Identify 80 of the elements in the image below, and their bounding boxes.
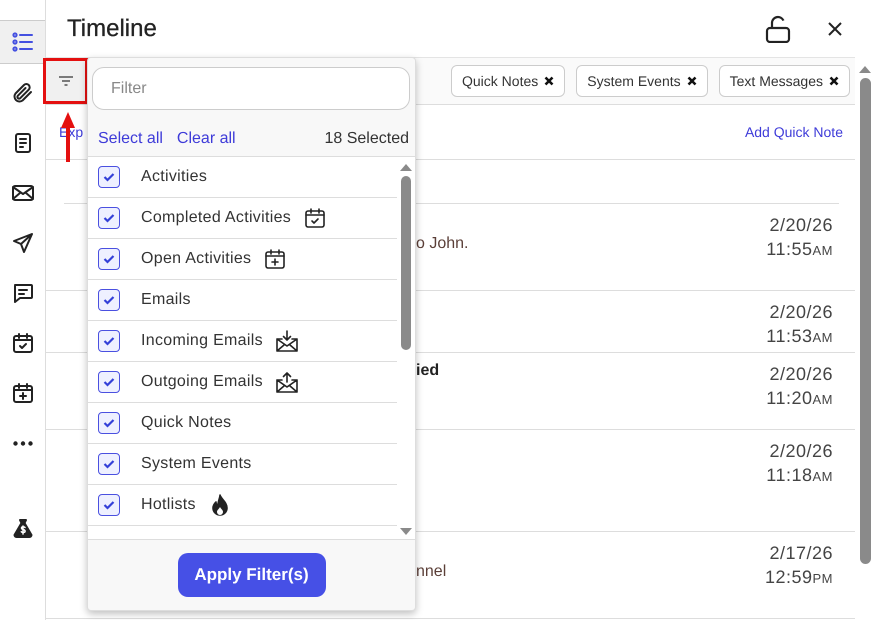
filter-option[interactable]: Hotlists <box>88 485 397 526</box>
check-icon <box>103 336 115 346</box>
entry-date: 2/20/26 <box>769 214 833 237</box>
entry-time: 11:53AM <box>766 325 833 348</box>
send-icon <box>10 231 34 255</box>
option-label: System Events <box>141 455 252 473</box>
entry-time: 11:18AM <box>766 464 833 487</box>
filter-option[interactable]: System Events <box>88 444 397 485</box>
entry-description: nnel <box>416 563 446 580</box>
filter-chip[interactable]: Text Messages <box>718 65 850 97</box>
checkbox[interactable] <box>98 453 120 475</box>
filter-option[interactable]: Outgoing Emails <box>88 362 397 403</box>
checkbox[interactable] <box>98 289 120 311</box>
select-all-link[interactable]: Select all <box>98 130 163 148</box>
calendar-check-icon <box>303 206 328 230</box>
envelope-upload-icon <box>274 370 299 394</box>
entry-date: 2/20/26 <box>769 440 833 463</box>
check-icon <box>103 459 115 469</box>
check-icon <box>103 295 115 305</box>
filter-option[interactable]: Incoming Emails <box>88 321 397 362</box>
option-label: Hotlists <box>141 496 196 514</box>
entry-date: 2/20/26 <box>769 301 833 324</box>
check-icon <box>103 500 115 510</box>
filter-option[interactable]: Quick Notes <box>88 403 397 444</box>
filter-option[interactable]: Emails <box>88 280 397 321</box>
more-icon <box>12 440 32 446</box>
scroll-down-icon[interactable] <box>399 527 413 536</box>
entry-time: 11:55AM <box>766 238 833 261</box>
check-icon <box>103 254 115 264</box>
filter-chip[interactable]: Quick Notes <box>451 65 566 97</box>
checkbox[interactable] <box>98 207 120 229</box>
list-icon <box>10 30 34 54</box>
filter-button[interactable] <box>43 58 88 104</box>
entry-date: 2/17/26 <box>769 542 833 565</box>
calendar-check-icon <box>10 331 34 355</box>
option-label: Quick Notes <box>141 414 232 432</box>
check-icon <box>103 418 115 428</box>
entry-title: ied <box>416 362 440 379</box>
money-bag-icon <box>10 516 34 540</box>
filter-option[interactable]: Activities <box>88 157 397 198</box>
add-quick-note-link[interactable]: Add Quick Note <box>744 124 843 140</box>
envelope-download-icon <box>274 329 299 353</box>
check-icon <box>103 172 115 182</box>
entry-description: o John. <box>416 235 468 252</box>
check-icon <box>103 213 115 223</box>
filter-option[interactable]: Open Activities <box>88 239 397 280</box>
calendar-plus-icon <box>10 381 34 405</box>
checkbox[interactable] <box>98 166 120 188</box>
option-label: Completed Activities <box>141 209 292 227</box>
scroll-up-icon[interactable] <box>858 64 872 74</box>
entry-time: 12:59PM <box>764 566 833 589</box>
remove-icon[interactable] <box>829 76 839 86</box>
option-label: Emails <box>141 291 191 309</box>
remove-icon[interactable] <box>686 76 697 86</box>
selected-count: 18 Selected <box>324 130 409 148</box>
apply-filters-button[interactable]: Apply Filter(s) <box>178 553 326 597</box>
checkbox[interactable] <box>98 494 120 516</box>
option-label: Outgoing Emails <box>141 373 263 391</box>
checkbox[interactable] <box>98 412 120 434</box>
option-label: Incoming Emails <box>141 332 263 350</box>
filter-chip[interactable]: System Events <box>576 65 708 97</box>
option-label: Open Activities <box>141 250 252 268</box>
filter-icon <box>58 76 72 86</box>
checkbox[interactable] <box>98 330 120 352</box>
unlocked-padlock-icon[interactable] <box>765 14 791 42</box>
checkbox[interactable] <box>98 248 120 270</box>
window-title: Timeline <box>67 14 157 42</box>
paperclip-icon <box>10 81 34 105</box>
filter-input[interactable]: Filter <box>92 67 410 110</box>
scroll-up-icon[interactable] <box>399 163 413 172</box>
entry-date: 2/20/26 <box>769 363 833 386</box>
checkbox[interactable] <box>98 371 120 393</box>
check-icon <box>103 377 115 387</box>
entry-time: 11:20AM <box>766 387 833 410</box>
clear-all-link[interactable]: Clear all <box>176 130 236 148</box>
remove-icon[interactable] <box>544 76 554 86</box>
calendar-plus-icon <box>263 247 288 271</box>
option-label: Activities <box>141 168 208 186</box>
filter-option[interactable]: Completed Activities <box>88 198 397 239</box>
close-icon[interactable] <box>827 20 843 36</box>
